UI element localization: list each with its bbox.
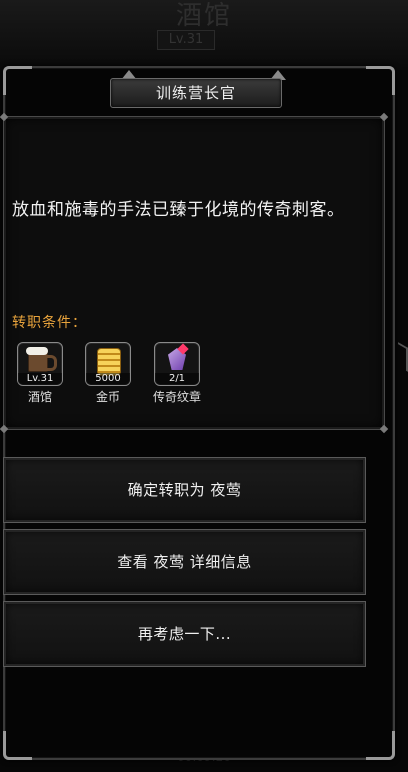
requirement-value: 5000 (86, 373, 130, 385)
frame-ornament (3, 66, 32, 95)
requirement-value: Lv.31 (18, 373, 62, 385)
frame-ornament (366, 66, 395, 95)
requirement-gold[interactable]: 5000 金币 (80, 342, 136, 404)
requirement-name: 金币 (95, 390, 120, 404)
background-title: 酒馆 (175, 1, 232, 31)
gold-coins-icon: 5000 (85, 342, 131, 386)
next-arrow-icon (398, 342, 408, 372)
requirement-value: 2/1 (155, 373, 199, 385)
reconsider-button[interactable]: 再考虑一下... (3, 601, 366, 667)
requirement-legendary-emblem[interactable]: 2/1 传奇纹章 (149, 342, 205, 404)
dialog-title: 训练营长官 (155, 84, 236, 102)
beer-mug-icon: Lv.31 (17, 342, 63, 386)
requirements-label: 转职条件： (12, 315, 87, 331)
view-class-details-button[interactable]: 查看 夜莺 详细信息 (3, 529, 366, 595)
requirement-name: 传奇纹章 (152, 390, 201, 404)
background-header: 酒馆 Lv.31 (0, 0, 408, 70)
legendary-emblem-icon: 2/1 (154, 342, 200, 386)
frame-ornament (366, 731, 395, 760)
requirement-tavern-level[interactable]: Lv.31 酒馆 (12, 342, 68, 404)
requirement-name: 酒馆 (27, 390, 52, 404)
confirm-class-change-button[interactable]: 确定转职为 夜莺 (3, 457, 366, 523)
class-description: 放血和施毒的手法已臻于化境的传奇刺客。 (12, 200, 345, 220)
background-level: Lv.31 (157, 30, 215, 50)
frame-ornament (3, 731, 32, 760)
